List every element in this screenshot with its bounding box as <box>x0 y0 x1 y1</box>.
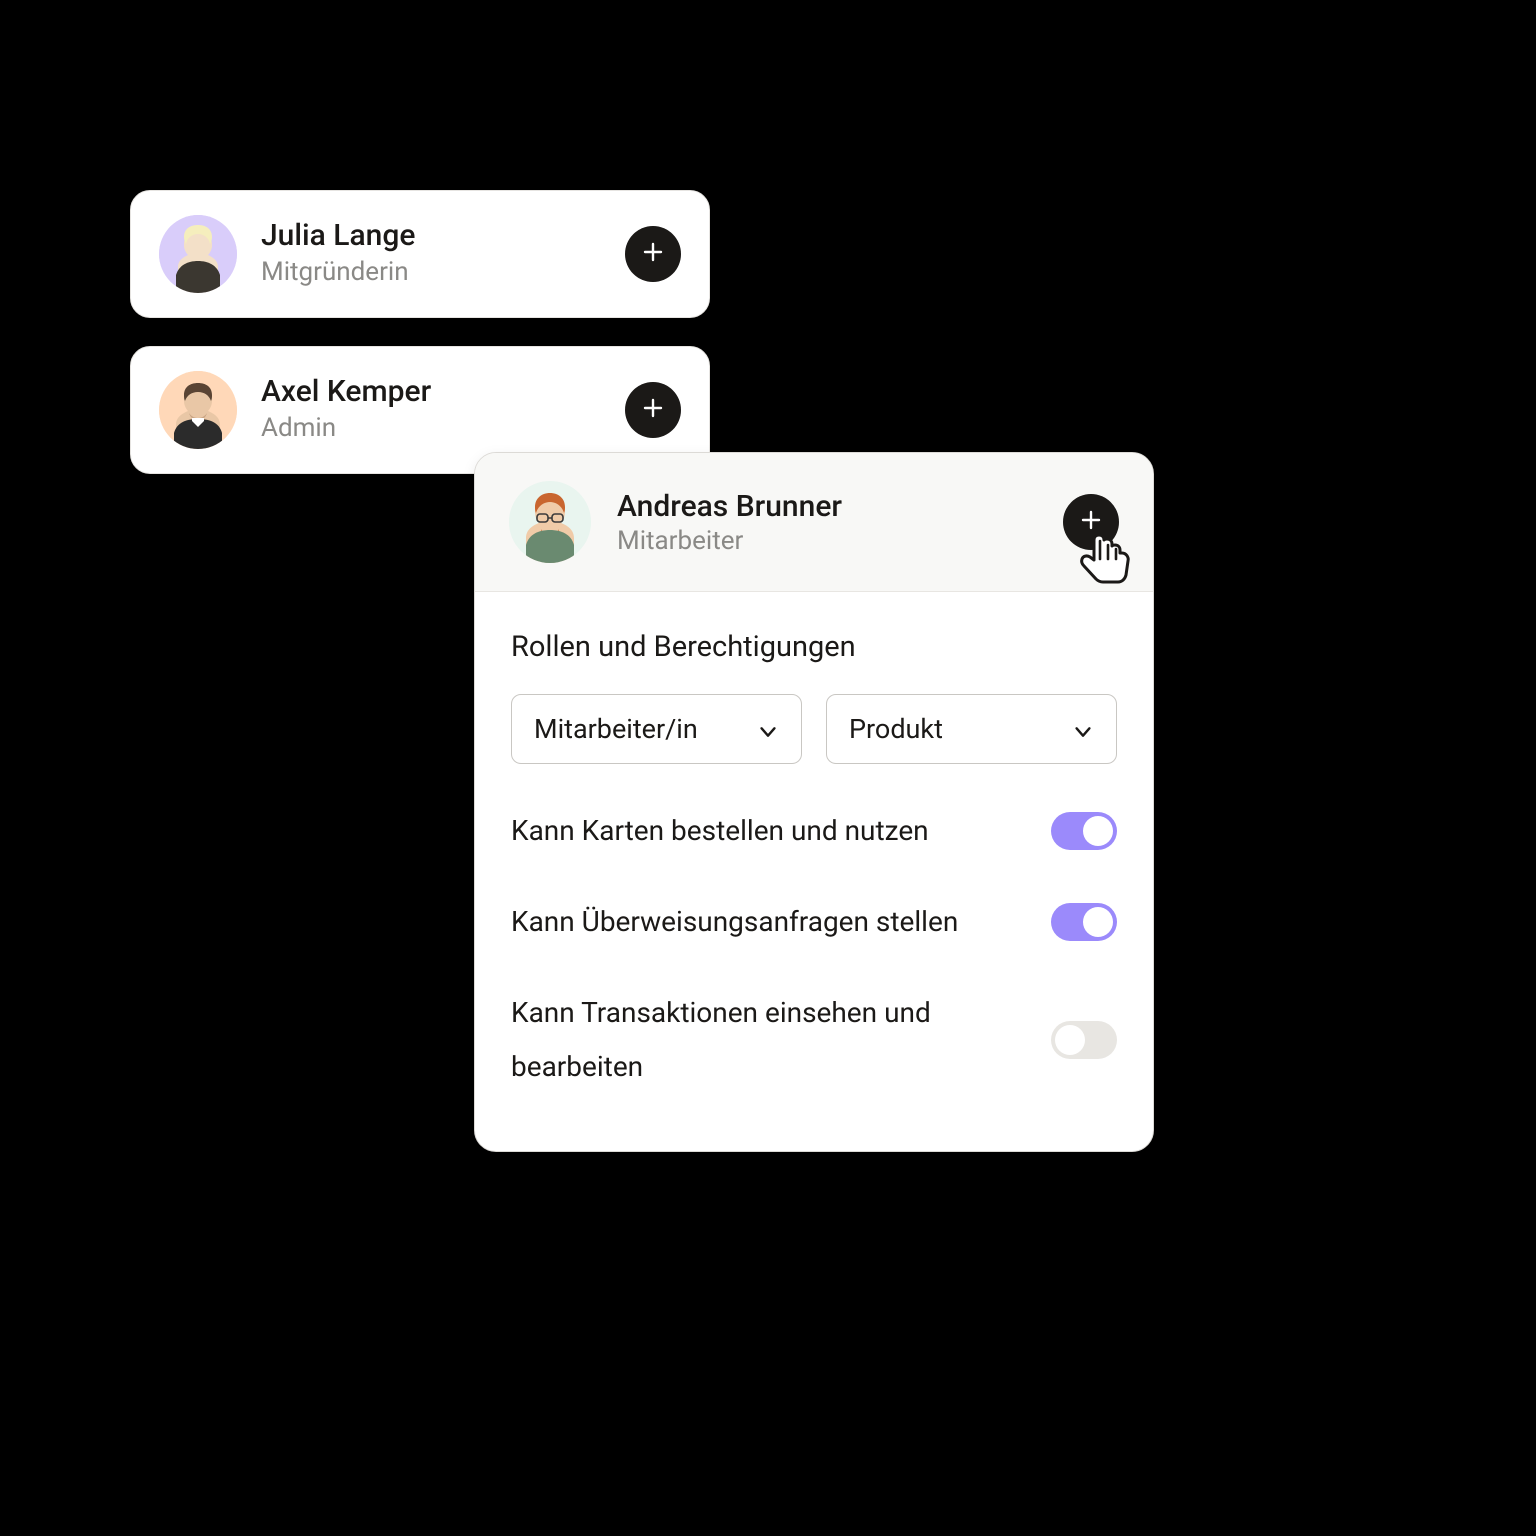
product-select[interactable]: Produkt <box>826 694 1117 764</box>
detail-user-role: Mitarbeiter <box>617 526 1037 556</box>
permission-toggle[interactable] <box>1051 903 1117 941</box>
user-role: Admin <box>261 412 601 446</box>
detail-header: Andreas Brunner Mitarbeiter <box>475 453 1153 592</box>
select-value: Produkt <box>849 713 943 745</box>
add-user-button[interactable] <box>625 382 681 438</box>
permission-label: Kann Karten bestellen und nutzen <box>511 804 1031 857</box>
user-card-info: Julia Lange Mitgründerin <box>261 218 601 290</box>
select-row: Mitarbeiter/in Produkt <box>511 694 1117 764</box>
user-name: Julia Lange <box>261 218 601 254</box>
permission-row: Kann Überweisungsanfragen stellen <box>511 895 1117 948</box>
plus-icon <box>641 396 665 424</box>
avatar <box>159 371 237 449</box>
chevron-down-icon <box>757 718 779 740</box>
add-user-button[interactable] <box>625 226 681 282</box>
plus-icon <box>1079 508 1103 536</box>
chevron-down-icon <box>1072 718 1094 740</box>
role-select[interactable]: Mitarbeiter/in <box>511 694 802 764</box>
detail-info: Andreas Brunner Mitarbeiter <box>617 489 1037 556</box>
permission-label: Kann Überweisungsanfragen stellen <box>511 895 1031 948</box>
detail-user-name: Andreas Brunner <box>617 489 1037 524</box>
select-value: Mitarbeiter/in <box>534 713 698 745</box>
user-name: Axel Kemper <box>261 374 601 410</box>
plus-icon <box>641 240 665 268</box>
detail-body: Rollen und Berechtigungen Mitarbeiter/in… <box>475 592 1153 1151</box>
permission-row: Kann Transaktionen einsehen und bearbeit… <box>511 986 1117 1092</box>
section-title: Rollen und Berechtigungen <box>511 630 1117 664</box>
user-role: Mitgründerin <box>261 256 601 290</box>
permission-label: Kann Transaktionen einsehen und bearbeit… <box>511 986 1031 1092</box>
permission-row: Kann Karten bestellen und nutzen <box>511 804 1117 857</box>
add-button[interactable] <box>1063 494 1119 550</box>
avatar <box>509 481 591 563</box>
user-card-info: Axel Kemper Admin <box>261 374 601 446</box>
permission-toggle[interactable] <box>1051 812 1117 850</box>
user-detail-panel: Andreas Brunner Mitarbeiter Rollen und B… <box>474 452 1154 1152</box>
avatar <box>159 215 237 293</box>
user-card[interactable]: Julia Lange Mitgründerin <box>130 190 710 318</box>
permission-toggle[interactable] <box>1051 1021 1117 1059</box>
